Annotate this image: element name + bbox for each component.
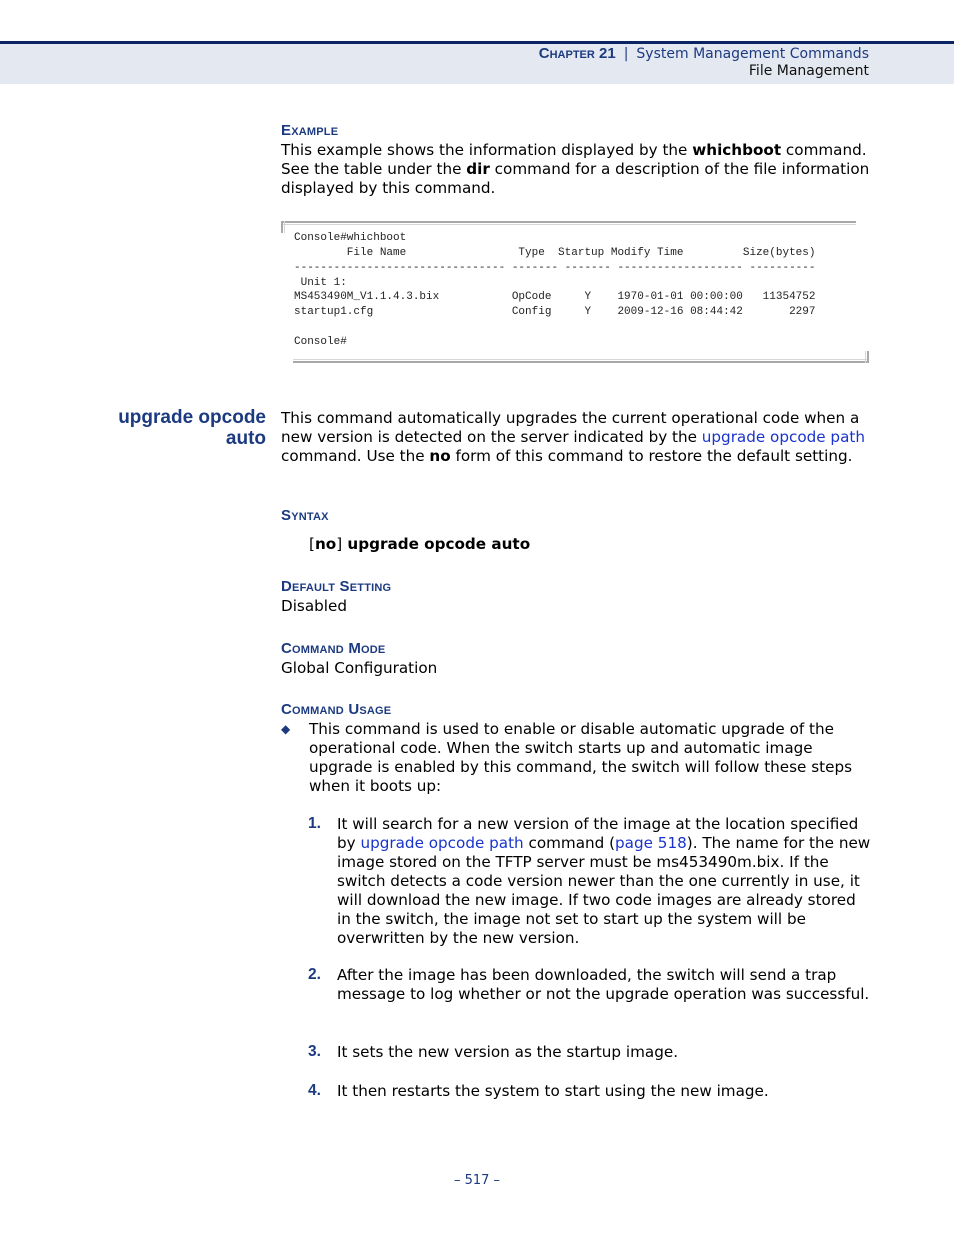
console-line: startup1.cfg Config Y 2009-12-16 08:44:4… [294, 306, 816, 319]
subsection-title: File Management [748, 63, 869, 79]
description-text: form of this command to restore the defa… [450, 447, 853, 465]
upgrade-opcode-path-link[interactable]: upgrade opcode path [702, 428, 865, 446]
command-title: upgrade opcode auto [118, 407, 266, 449]
page-518-link[interactable]: page 518 [615, 834, 687, 852]
syntax-line: [no] upgrade opcode auto [309, 535, 530, 553]
command-mode-value: Global Configuration [281, 659, 438, 677]
diamond-bullet-icon: ◆ [281, 722, 291, 736]
command-description: This command automatically upgrades the … [281, 409, 871, 466]
console-output-box: Console#whichboot File Name Type Startup… [281, 221, 869, 363]
step-number: 3. [308, 1043, 321, 1060]
running-header: Chapter 21 | System Management Commands [539, 45, 869, 62]
default-setting-heading: Default Setting [281, 578, 392, 595]
console-line: MS453490M_V1.1.4.3.bix OpCode Y 1970-01-… [294, 291, 816, 304]
console-line: File Name Type Startup Modify Time Size(… [346, 246, 816, 259]
usage-bullet-text: This command is used to enable or disabl… [309, 720, 852, 795]
box-edge [281, 221, 285, 233]
console-line: Console# [294, 335, 347, 348]
whichboot-keyword: whichboot [692, 141, 782, 159]
console-line: Console#whichboot [294, 232, 407, 244]
box-edge [293, 359, 869, 363]
example-text: This example shows the information displ… [281, 141, 693, 159]
example-heading: Example [281, 122, 339, 139]
console-output: Console#whichboot File Name Type Startup… [294, 231, 816, 350]
step-number: 1. [308, 815, 321, 832]
step-number: 2. [308, 966, 321, 983]
command-mode-heading: Command Mode [281, 640, 386, 657]
upgrade-opcode-path-link[interactable]: upgrade opcode path [360, 834, 523, 852]
no-keyword: no [314, 535, 337, 553]
step-text-part: command ( [523, 834, 616, 852]
step-text: After the image has been downloaded, the… [337, 966, 870, 1003]
no-keyword: no [429, 447, 451, 465]
command-title-line: upgrade opcode [118, 407, 266, 428]
command-usage-heading: Command Usage [281, 701, 392, 718]
step-text: It will search for a new version of the … [337, 815, 871, 948]
console-line: Unit 1: [300, 276, 347, 289]
chapter-label: Chapter 21 [538, 45, 616, 62]
description-text: command. Use the [281, 447, 430, 465]
console-line: -------------------------------- -------… [294, 261, 816, 274]
syntax-heading: Syntax [281, 507, 329, 524]
syntax-command: upgrade opcode auto [342, 535, 531, 553]
step-number: 4. [308, 1082, 321, 1099]
default-setting-value: Disabled [281, 597, 347, 615]
dir-keyword: dir [466, 160, 490, 178]
command-title-line: auto [225, 428, 266, 449]
section-title: System Management Commands [636, 46, 869, 62]
page-number: – 517 – [453, 1173, 501, 1188]
example-paragraph: This example shows the information displ… [281, 141, 871, 198]
header-separator: | [623, 46, 629, 62]
step-text: It then restarts the system to start usi… [337, 1082, 769, 1100]
step-text: It sets the new version as the startup i… [337, 1043, 679, 1061]
box-edge [281, 221, 856, 225]
box-edge [865, 351, 869, 363]
